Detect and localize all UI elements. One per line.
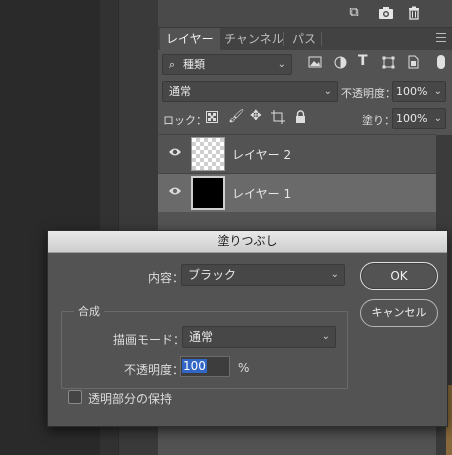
filter-type-icon[interactable]: T: [358, 53, 368, 69]
blend-mode-value: 通常: [169, 85, 191, 98]
blending-group-title: 合成: [74, 303, 104, 319]
lock-transparent-pixels-icon[interactable]: [206, 111, 218, 126]
chevron-down-icon: ⌄: [433, 86, 442, 97]
filter-kind-label: 種類: [183, 58, 205, 71]
eye-icon[interactable]: [166, 184, 184, 202]
filter-adjustment-icon[interactable]: [334, 56, 347, 72]
layer-thumbnail: [191, 137, 225, 171]
filter-kind-select[interactable]: ⌕ 種類 ⌄: [162, 54, 292, 75]
search-icon: ⌕: [169, 58, 176, 71]
blend-mode-select[interactable]: 通常 ⌄: [162, 81, 338, 102]
dialog-opacity-value: 100: [182, 359, 207, 373]
percent-unit: %: [238, 361, 250, 375]
layer-fill-value: 100%: [396, 112, 428, 125]
filter-pixel-icon[interactable]: [308, 56, 322, 70]
eye-icon[interactable]: [166, 145, 184, 163]
contents-label: 内容：: [148, 271, 185, 285]
ok-button[interactable]: OK: [360, 262, 438, 290]
dialog-opacity-field[interactable]: 100: [180, 356, 230, 377]
chevron-down-icon: ⌄: [323, 86, 332, 97]
layer-row[interactable]: レイヤー 2: [158, 134, 436, 173]
tab-layers[interactable]: レイヤー: [160, 28, 220, 50]
chevron-down-icon: ⌄: [277, 59, 286, 70]
contents-select[interactable]: ブラック ⌄: [181, 264, 345, 286]
layer-name[interactable]: レイヤー 2: [232, 146, 291, 163]
fill-dialog: 塗りつぶし 内容： ブラック ⌄ OK キャンセル 合成 描画モード： 通常 ⌄…: [47, 230, 448, 427]
chevron-down-icon: ⌄: [321, 331, 330, 342]
tab-divider: [283, 32, 284, 46]
mode-select[interactable]: 通常 ⌄: [182, 326, 336, 348]
panel-tabs: レイヤー チャンネル パス: [158, 28, 452, 50]
layer-fill-field[interactable]: 100% ⌄: [392, 108, 446, 129]
dialog-title: 塗りつぶし: [48, 231, 447, 253]
layer-opacity-field[interactable]: 100% ⌄: [392, 81, 446, 102]
cancel-button[interactable]: キャンセル: [360, 299, 438, 327]
layer-thumbnail: [191, 176, 225, 210]
panel-menu-icon[interactable]: [436, 33, 446, 43]
chevron-down-icon: ⌄: [433, 113, 442, 124]
filter-shape-icon[interactable]: [382, 56, 395, 72]
new-layer-icon[interactable]: ⧉: [346, 6, 362, 20]
tab-divider: [321, 32, 322, 46]
lock-all-icon[interactable]: [295, 110, 306, 126]
mode-value: 通常: [189, 330, 214, 344]
filter-toggle-switch[interactable]: [437, 55, 445, 69]
dialog-opacity-label: 不透明度：: [124, 363, 185, 377]
preserve-transparency-label[interactable]: 透明部分の保持: [88, 390, 172, 407]
contents-value: ブラック: [188, 268, 237, 282]
layer-row-selected[interactable]: レイヤー 1: [158, 173, 436, 212]
layer-opacity-value: 100%: [396, 85, 428, 98]
layer-name[interactable]: レイヤー 1: [232, 185, 291, 202]
fill-label: 塗り：: [362, 114, 395, 127]
camera-icon[interactable]: [378, 6, 394, 20]
opacity-label: 不透明度：: [341, 87, 396, 100]
lock-position-icon[interactable]: ✥: [250, 108, 262, 124]
preserve-transparency-checkbox[interactable]: [68, 390, 82, 404]
chevron-down-icon: ⌄: [330, 269, 339, 280]
lock-label: ロック：: [163, 114, 207, 127]
lock-image-pixels-icon[interactable]: 🖌: [228, 109, 245, 124]
filter-smart-object-icon[interactable]: [408, 55, 419, 72]
trash-icon[interactable]: [406, 6, 422, 20]
blending-group: [61, 311, 348, 389]
lock-artboard-icon[interactable]: [271, 110, 285, 127]
tab-channels[interactable]: チャンネル: [218, 28, 290, 50]
panel-top-bar: ⧉: [158, 0, 452, 28]
mode-label: 描画モード：: [113, 333, 186, 347]
tab-paths[interactable]: パス: [286, 28, 322, 50]
